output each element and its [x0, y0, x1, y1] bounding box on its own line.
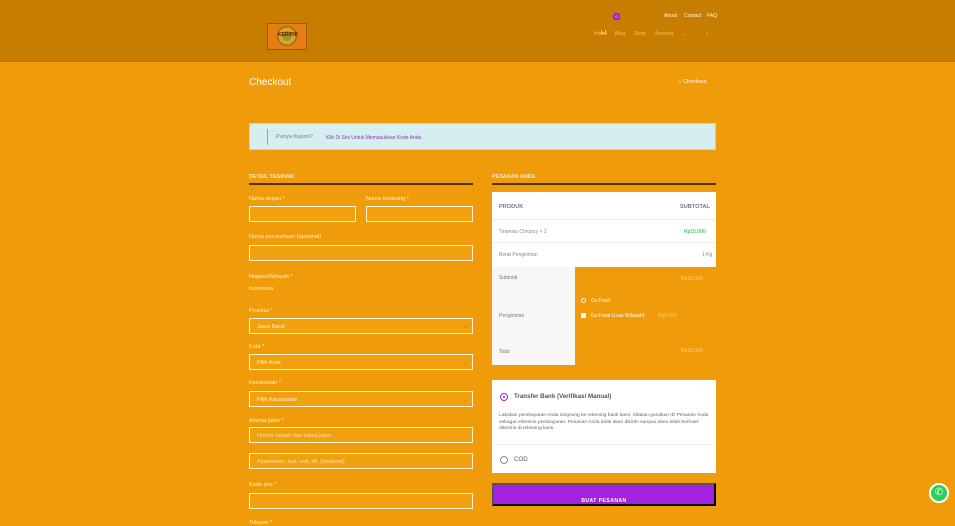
weight-label: Berat Pengiriman — [499, 252, 538, 258]
page-title: Checkout — [249, 77, 292, 88]
coupon-link[interactable]: Klik Di Sini Untuk Memasukkan Kode Anda — [326, 135, 421, 141]
subtotal-column-header: SUBTOTAL — [680, 204, 710, 210]
province-select[interactable]: Jawa Barat ⌄ — [249, 318, 473, 334]
street-placeholder: Nomor rumah dan nama jalan — [257, 433, 331, 439]
table-divider — [492, 242, 716, 243]
coupon-accent-bar — [267, 129, 268, 145]
nav-account[interactable]: Account — [655, 31, 673, 37]
top-link-contact[interactable]: Contact — [684, 13, 701, 19]
total-label: Total — [499, 349, 510, 355]
province-label: Provinsi * — [249, 308, 273, 314]
cart-icon[interactable] — [601, 30, 606, 34]
shipping-option-2-price: Rp5.000 — [658, 313, 677, 319]
nav-blog[interactable]: Blog — [615, 31, 625, 37]
company-field[interactable] — [249, 245, 473, 261]
chevron-down-icon: ⌄ — [462, 324, 468, 330]
coupon-notice: Punya Kupon? Klik Di Sini Untuk Memasukk… — [249, 123, 716, 150]
billing-title: DETAIL TAGIHAN — [249, 174, 294, 180]
nav-shop[interactable]: Shop — [634, 31, 646, 37]
shipping-option-2[interactable]: Go Food (Luar Wilayah): — [591, 313, 646, 319]
chevron-down-icon: ⌄ — [462, 397, 468, 403]
payment-divider — [492, 444, 716, 445]
province-value: Jawa Barat — [257, 324, 285, 330]
city-label: Kota * — [249, 344, 265, 350]
shipping-label: Pengiriman — [499, 313, 525, 319]
cart-count-badge[interactable]: 0 — [613, 13, 620, 20]
cod-radio[interactable] — [500, 456, 508, 464]
billing-title-rule — [249, 183, 473, 185]
district-label: Kecamatan * — [249, 380, 282, 386]
bank-transfer-label[interactable]: Transfer Bank (Verifikasi Manual) — [514, 393, 611, 401]
order-title-rule — [492, 183, 716, 185]
order-table: PRODUK SUBTOTAL Tiramisu Chruncy × 1 Rp1… — [492, 192, 716, 267]
breadcrumb-current: Checkout — [682, 79, 707, 85]
country-label: Negara/Wilayah * — [249, 274, 293, 280]
top-link-about[interactable]: About — [664, 13, 677, 19]
chevron-down-icon: ⌄ — [462, 360, 468, 366]
site-header: KERIPIK About Contact FAQ Home Blog Shop… — [0, 0, 955, 62]
city-value: Pilih Kota — [257, 360, 281, 366]
breadcrumb: ⌂ Checkout — [678, 79, 707, 86]
whatsapp-icon[interactable]: ✆ — [929, 483, 949, 503]
company-label: Nama perusahaan (opsional) — [249, 234, 322, 240]
site-logo[interactable]: KERIPIK — [267, 23, 307, 50]
logo-text: KERIPIK — [277, 32, 299, 38]
shipping-option-1[interactable]: Go Food — [591, 298, 610, 304]
apartment-placeholder: Apartemen, suit, unit, dll. (opsional) — [257, 459, 345, 465]
item-name: Tiramisu Chruncy × 1 — [499, 229, 547, 235]
district-value: Pilih Kecamatan — [257, 397, 298, 403]
chevron-down-icon[interactable]: ⌄ — [681, 31, 685, 37]
search-icon[interactable]: ⌕ — [706, 31, 709, 37]
postal-code-label: Kode pos * — [249, 482, 277, 488]
bank-transfer-description: Lakukan pembayaran Anda langsung ke reke… — [499, 413, 709, 431]
city-select[interactable]: Pilih Kota ⌄ — [249, 354, 473, 370]
last-name-field[interactable] — [366, 206, 473, 222]
postal-code-field[interactable] — [249, 493, 473, 509]
phone-label: Telepon * — [249, 520, 273, 526]
shipping-checkbox[interactable] — [581, 313, 586, 318]
home-icon[interactable]: ⌂ — [678, 79, 681, 85]
street-label: Alamat jalan * — [249, 418, 284, 424]
first-name-field[interactable] — [249, 206, 356, 222]
place-order-label: BUAT PESANAN — [581, 498, 627, 504]
order-summary-labels: Subtotal Pengiriman Total — [492, 267, 575, 365]
apartment-field[interactable]: Apartemen, suit, unit, dll. (opsional) — [249, 453, 473, 469]
top-link-faq[interactable]: FAQ — [707, 13, 717, 19]
weight-value: 1 Kg — [702, 252, 713, 258]
product-column-header: PRODUK — [499, 204, 524, 210]
shipping-radio-selected[interactable] — [581, 298, 586, 303]
subtotal-label: Subtotal — [499, 275, 518, 281]
order-title: PESANAN ANDA — [492, 174, 536, 180]
item-price: Rp15.000 — [684, 229, 706, 235]
cod-label[interactable]: COD — [514, 456, 528, 464]
table-divider — [492, 219, 716, 220]
payment-methods: Transfer Bank (Verifikasi Manual) Lakuka… — [492, 380, 716, 473]
place-order-button[interactable]: BUAT PESANAN — [492, 483, 716, 506]
street-field[interactable]: Nomor rumah dan nama jalan — [249, 427, 473, 443]
subtotal-value: Rp15.000 — [681, 276, 703, 282]
first-name-label: Nama depan * — [249, 196, 285, 202]
country-value: Indonesia — [249, 286, 274, 292]
total-value: Rp15.000 — [681, 348, 703, 354]
bank-transfer-radio[interactable] — [500, 393, 508, 401]
coupon-prefix: Punya Kupon? — [276, 134, 313, 140]
last-name-label: Nama belakang * — [366, 196, 409, 202]
district-select[interactable]: Pilih Kecamatan ⌄ — [249, 391, 473, 407]
